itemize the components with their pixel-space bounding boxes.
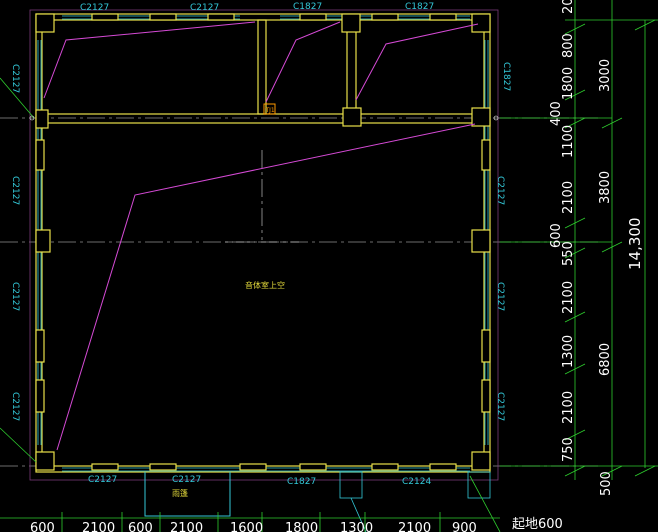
dim-text: 2100: [561, 391, 576, 424]
window-strips: [37, 15, 489, 472]
window-label: C2127: [495, 176, 505, 205]
canopy-label: 雨篷: [172, 488, 188, 498]
window-label: C2127: [495, 282, 505, 311]
window-label: C2127: [190, 3, 219, 13]
dim-text: 750: [561, 437, 576, 462]
window-labels-top: C2127 C2127 C1827 C1827: [80, 2, 434, 13]
window-label: C2127: [10, 64, 20, 93]
window-label: C1827: [293, 2, 322, 12]
dim-text: 1100: [561, 125, 576, 158]
dim-text: 6800: [598, 343, 613, 376]
dim-text: 2100: [82, 521, 115, 532]
window-label: C2127: [10, 282, 20, 311]
cad-drawing-canvas[interactable]: TJ1 音体室上空 雨篷 C2127 C2127 C1827 C1827 C21…: [0, 0, 658, 532]
dim-text: 1800: [285, 521, 318, 532]
window-label: C2127: [10, 176, 20, 205]
window-label: C2127: [80, 3, 109, 13]
dim-total-text: 14,300: [626, 218, 644, 271]
window-label: C1827: [501, 62, 511, 91]
dim-text: 500: [599, 471, 614, 496]
room-label: 音体室上空: [245, 280, 285, 290]
dim-text: 2100: [398, 521, 431, 532]
axis-lines: [0, 117, 600, 467]
dims-outer: 3000 3800 6800 14,300: [598, 59, 644, 376]
window-label: C1827: [287, 477, 316, 487]
dim-text: 800: [561, 33, 576, 58]
dim-text: 550: [561, 241, 576, 266]
dim-text: 1800: [561, 67, 576, 100]
window-label: C2127: [495, 392, 505, 421]
dim-text: 200: [561, 0, 576, 14]
window-label: C2127: [172, 475, 201, 485]
window-labels-bottom: C2127 C2127 C1827 C2124: [88, 475, 431, 487]
column-marker-label: TJ1: [265, 107, 275, 114]
window-label: C2127: [10, 392, 20, 421]
building-walls: [35, 13, 491, 473]
window-label: C2124: [402, 477, 431, 487]
dim-text: 400: [549, 101, 564, 126]
dim-text: 900: [452, 521, 477, 532]
dim-text: 3800: [598, 171, 613, 204]
window-labels-left: C2127 C2127 C2127 C2127: [10, 64, 20, 421]
annotation-lines: [43, 21, 479, 451]
dim-text: 2100: [170, 521, 203, 532]
dim-text: 600: [30, 521, 55, 532]
dim-text: 1300: [561, 335, 576, 368]
ground-level-label: 起地600: [512, 517, 563, 532]
dim-text: 3000: [598, 59, 613, 92]
dim-text: 600: [128, 521, 153, 532]
window-label: C2127: [88, 475, 117, 485]
dim-text: 1300: [340, 521, 373, 532]
window-label: C1827: [405, 2, 434, 12]
outer-border: [29, 9, 499, 481]
dim-text: 2100: [561, 181, 576, 214]
dim-text: 2100: [561, 281, 576, 314]
dim-text: 1600: [230, 521, 263, 532]
dimension-lines: [0, 0, 658, 532]
dims-bottom: 600 2100 600 2100 1600 1800 1300 2100 90…: [30, 521, 477, 532]
